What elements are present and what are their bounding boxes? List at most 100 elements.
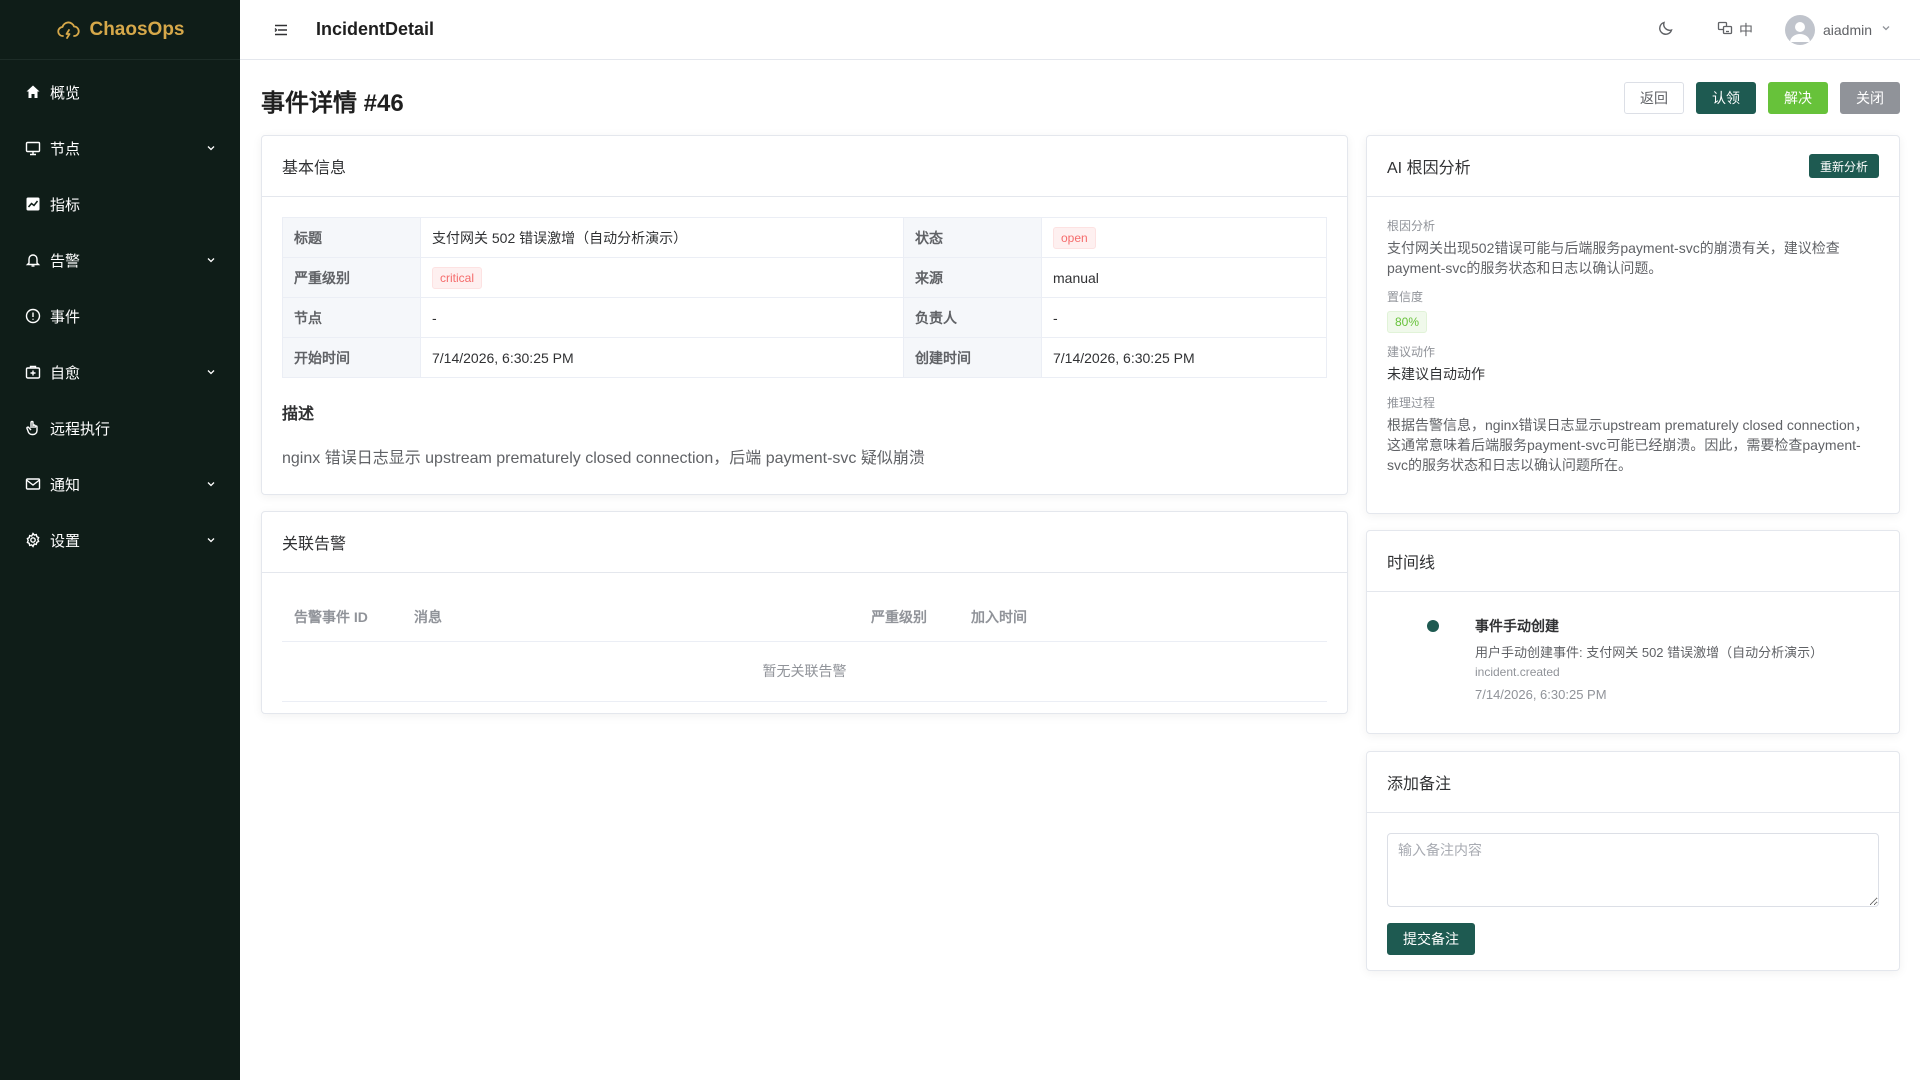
field-value-created-time: 7/14/2026, 6:30:25 PM xyxy=(1041,337,1327,378)
timeline-title: 事件手动创建 xyxy=(1475,618,1559,634)
warning-circle-icon xyxy=(24,307,42,325)
field-value-severity: critical xyxy=(420,257,904,298)
user-menu[interactable]: aiadmin xyxy=(1784,14,1892,45)
timeline-event-code: incident.created xyxy=(1475,665,1560,679)
sidebar-item-notifications[interactable]: 通知 xyxy=(0,456,240,512)
sidebar-item-label: 设置 xyxy=(50,532,81,550)
sidebar-item-label: 自愈 xyxy=(50,364,81,382)
description-text: nginx 错误日志显示 upstream prematurely closed… xyxy=(282,450,925,467)
field-value-node: - xyxy=(420,297,904,338)
moon-icon xyxy=(1657,19,1675,40)
description-heading: 描述 xyxy=(282,406,315,423)
table-row: 标题 支付网关 502 错误激增（自动分析演示） 状态 open xyxy=(282,217,1327,258)
bell-icon xyxy=(24,251,42,269)
theme-toggle-button[interactable] xyxy=(1657,19,1675,40)
field-label: 来源 xyxy=(903,257,1042,298)
sidebar-item-label: 告警 xyxy=(50,252,81,270)
sidebar-item-label: 远程执行 xyxy=(50,420,111,438)
close-button[interactable]: 关闭 xyxy=(1840,82,1900,114)
sidebar-nav: 概览 节点 指标 告警 事件 自愈 远程执行 通知 设置 xyxy=(0,60,240,568)
language-switch-button[interactable]: 中 xyxy=(1717,20,1753,40)
card-title: 基本信息 xyxy=(262,136,1347,197)
ai-analysis-card: AI 根因分析 重新分析 根因分析 支付网关出现502错误可能与后端服务paym… xyxy=(1366,135,1900,514)
sidebar-item-incidents[interactable]: 事件 xyxy=(0,288,240,344)
menu-toggle-icon[interactable] xyxy=(266,15,296,45)
sidebar-item-metrics[interactable]: 指标 xyxy=(0,176,240,232)
related-alerts-table: 告警事件 ID 消息 严重级别 加入时间 暂无关联告警 xyxy=(282,593,1327,702)
field-value-start-time: 7/14/2026, 6:30:25 PM xyxy=(420,337,904,378)
confidence-label: 置信度 xyxy=(1387,290,1424,304)
reanalyze-button[interactable]: 重新分析 xyxy=(1808,154,1879,178)
card-title: AI 根因分析 xyxy=(1387,160,1471,177)
sidebar-item-settings[interactable]: 设置 xyxy=(0,512,240,568)
chevron-down-icon xyxy=(204,477,218,491)
first-aid-icon xyxy=(24,363,42,381)
column-header[interactable]: 加入时间 xyxy=(959,593,1327,642)
chevron-down-icon xyxy=(204,141,218,155)
related-alerts-card: 关联告警 告警事件 ID 消息 严重级别 加入时间 暂无关联告警 xyxy=(261,511,1348,714)
field-label: 标题 xyxy=(282,217,421,258)
resolve-button[interactable]: 解决 xyxy=(1768,82,1828,114)
status-badge: open xyxy=(1053,226,1096,249)
card-title: 时间线 xyxy=(1367,531,1899,592)
column-header[interactable]: 告警事件 ID xyxy=(282,593,402,642)
root-cause-text: 支付网关出现502错误可能与后端服务payment-svc的崩溃有关，建议检查p… xyxy=(1387,240,1840,276)
table-row: 节点 - 负责人 - xyxy=(282,297,1327,338)
sidebar-item-label: 节点 xyxy=(50,140,81,158)
column-header[interactable]: 消息 xyxy=(402,593,859,642)
add-note-card: 添加备注 提交备注 xyxy=(1366,751,1900,971)
back-button[interactable]: 返回 xyxy=(1624,82,1684,114)
translate-icon xyxy=(1717,20,1733,39)
language-label: 中 xyxy=(1738,21,1753,38)
app-name: ChaosOps xyxy=(89,18,185,40)
timeline-timestamp: 7/14/2026, 6:30:25 PM xyxy=(1475,687,1607,702)
reasoning-label: 推理过程 xyxy=(1387,396,1436,410)
field-label: 严重级别 xyxy=(282,257,421,298)
sidebar-item-nodes[interactable]: 节点 xyxy=(0,120,240,176)
avatar xyxy=(1784,14,1815,45)
basic-info-table: 标题 支付网关 502 错误激增（自动分析演示） 状态 open 严重级别 cr… xyxy=(282,217,1327,378)
table-row: 开始时间 7/14/2026, 6:30:25 PM 创建时间 7/14/202… xyxy=(282,337,1327,378)
cloud-lightning-icon xyxy=(55,17,81,43)
field-label: 负责人 xyxy=(903,297,1042,338)
hand-icon xyxy=(24,419,42,437)
gear-icon xyxy=(24,531,42,549)
column-header[interactable]: 严重级别 xyxy=(859,593,959,642)
submit-note-button[interactable]: 提交备注 xyxy=(1387,923,1475,955)
table-row: 严重级别 critical 来源 manual xyxy=(282,257,1327,298)
chevron-down-icon xyxy=(204,533,218,547)
reasoning-text: 根据告警信息，nginx错误日志显示upstream prematurely c… xyxy=(1387,417,1869,473)
sidebar-item-remote-exec[interactable]: 远程执行 xyxy=(0,400,240,456)
note-input[interactable] xyxy=(1387,833,1879,907)
sidebar-item-alerts[interactable]: 告警 xyxy=(0,232,240,288)
timeline-item: 事件手动创建 用户手动创建事件: 支付网关 502 错误激增（自动分析演示） i… xyxy=(1387,612,1879,702)
page-title: 事件详情 #46 xyxy=(261,90,404,117)
card-title: 添加备注 xyxy=(1367,752,1899,813)
suggested-action-label: 建议动作 xyxy=(1387,345,1436,359)
basic-info-card: 基本信息 标题 支付网关 502 错误激增（自动分析演示） 状态 open 严重… xyxy=(261,135,1348,495)
chevron-down-icon xyxy=(1880,21,1892,38)
header-actions: 中 aiadmin xyxy=(1657,14,1900,45)
mail-icon xyxy=(24,475,42,493)
sidebar-item-label: 事件 xyxy=(50,308,81,326)
field-label: 开始时间 xyxy=(282,337,421,378)
field-value-title: 支付网关 502 错误激增（自动分析演示） xyxy=(420,217,904,258)
confidence-badge: 80% xyxy=(1387,311,1428,333)
table-header-row: 告警事件 ID 消息 严重级别 加入时间 xyxy=(282,593,1327,642)
suggested-action-text: 未建议自动动作 xyxy=(1387,366,1485,382)
table-row: 暂无关联告警 xyxy=(282,641,1327,702)
field-label: 创建时间 xyxy=(903,337,1042,378)
sidebar-item-selfheal[interactable]: 自愈 xyxy=(0,344,240,400)
field-label: 节点 xyxy=(282,297,421,338)
empty-state: 暂无关联告警 xyxy=(282,641,1327,702)
claim-button[interactable]: 认领 xyxy=(1696,82,1756,114)
sidebar-item-label: 通知 xyxy=(50,476,81,494)
card-title: 关联告警 xyxy=(262,512,1347,573)
top-header: IncidentDetail 中 aiadmin xyxy=(240,0,1920,60)
field-label: 状态 xyxy=(903,217,1042,258)
brand[interactable]: ChaosOps xyxy=(0,0,240,60)
chevron-down-icon xyxy=(204,365,218,379)
field-value-source: manual xyxy=(1041,257,1327,298)
timeline-dot xyxy=(1427,620,1439,632)
sidebar-item-overview[interactable]: 概览 xyxy=(0,64,240,120)
